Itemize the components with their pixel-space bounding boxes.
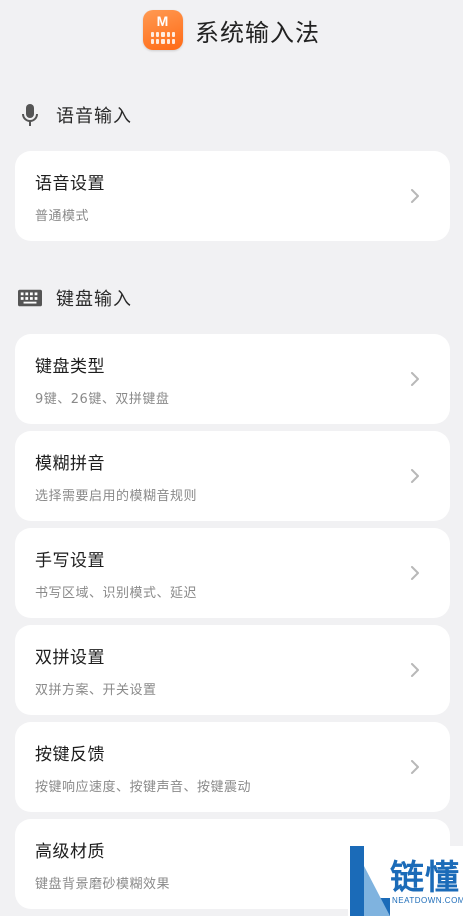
item-subtitle: 普通模式 bbox=[35, 209, 90, 224]
section-voice-heading: 语音输入 bbox=[18, 100, 132, 130]
app-logo-icon: M bbox=[143, 10, 183, 50]
item-title: 手写设置 bbox=[35, 551, 105, 571]
item-subtitle: 双拼方案、开关设置 bbox=[35, 683, 157, 698]
chevron-right-icon bbox=[411, 566, 419, 580]
microphone-icon bbox=[18, 103, 42, 127]
item-title: 模糊拼音 bbox=[35, 454, 105, 474]
settings-page: M 系统输入法 语音输入 语音设置 普通模式 键盘输入 键盘类型 9键、26键、… bbox=[0, 0, 463, 916]
item-title: 双拼设置 bbox=[35, 648, 105, 668]
section-keyboard-heading: 键盘输入 bbox=[18, 283, 132, 313]
item-title: 键盘类型 bbox=[35, 357, 105, 377]
chevron-right-icon bbox=[411, 760, 419, 774]
item-title: 语音设置 bbox=[35, 174, 105, 194]
item-title: 高级材质 bbox=[35, 842, 105, 862]
double-pinyin-settings-item[interactable]: 双拼设置 双拼方案、开关设置 bbox=[15, 625, 450, 715]
item-subtitle: 键盘背景磨砂模糊效果 bbox=[35, 877, 171, 892]
watermark-logo-icon bbox=[350, 846, 390, 916]
section-keyboard-title: 键盘输入 bbox=[56, 289, 132, 310]
section-voice-title: 语音输入 bbox=[56, 106, 132, 127]
keyboard-type-item[interactable]: 键盘类型 9键、26键、双拼键盘 bbox=[15, 334, 450, 424]
logo-letter: M bbox=[156, 13, 170, 29]
page-title: 系统输入法 bbox=[195, 18, 320, 47]
watermark-text: 链懂 bbox=[390, 858, 460, 898]
watermark-url: NEATDOWN.COM bbox=[392, 896, 463, 905]
handwriting-settings-item[interactable]: 手写设置 书写区域、识别模式、延迟 bbox=[15, 528, 450, 618]
item-subtitle: 选择需要启用的模糊音规则 bbox=[35, 489, 198, 504]
item-subtitle: 按键响应速度、按键声音、按键震动 bbox=[35, 780, 252, 795]
chevron-right-icon bbox=[411, 189, 419, 203]
item-title: 按键反馈 bbox=[35, 745, 105, 765]
logo-keys bbox=[151, 32, 175, 44]
voice-settings-item[interactable]: 语音设置 普通模式 bbox=[15, 151, 450, 241]
chevron-right-icon bbox=[411, 469, 419, 483]
keyboard-icon bbox=[18, 286, 42, 310]
chevron-right-icon bbox=[411, 372, 419, 386]
item-subtitle: 9键、26键、双拼键盘 bbox=[35, 392, 170, 407]
app-header: M 系统输入法 bbox=[0, 8, 463, 52]
chevron-right-icon bbox=[411, 663, 419, 677]
fuzzy-pinyin-item[interactable]: 模糊拼音 选择需要启用的模糊音规则 bbox=[15, 431, 450, 521]
key-feedback-item[interactable]: 按键反馈 按键响应速度、按键声音、按键震动 bbox=[15, 722, 450, 812]
item-subtitle: 书写区域、识别模式、延迟 bbox=[35, 586, 198, 601]
watermark: 链懂 NEATDOWN.COM bbox=[348, 846, 463, 916]
